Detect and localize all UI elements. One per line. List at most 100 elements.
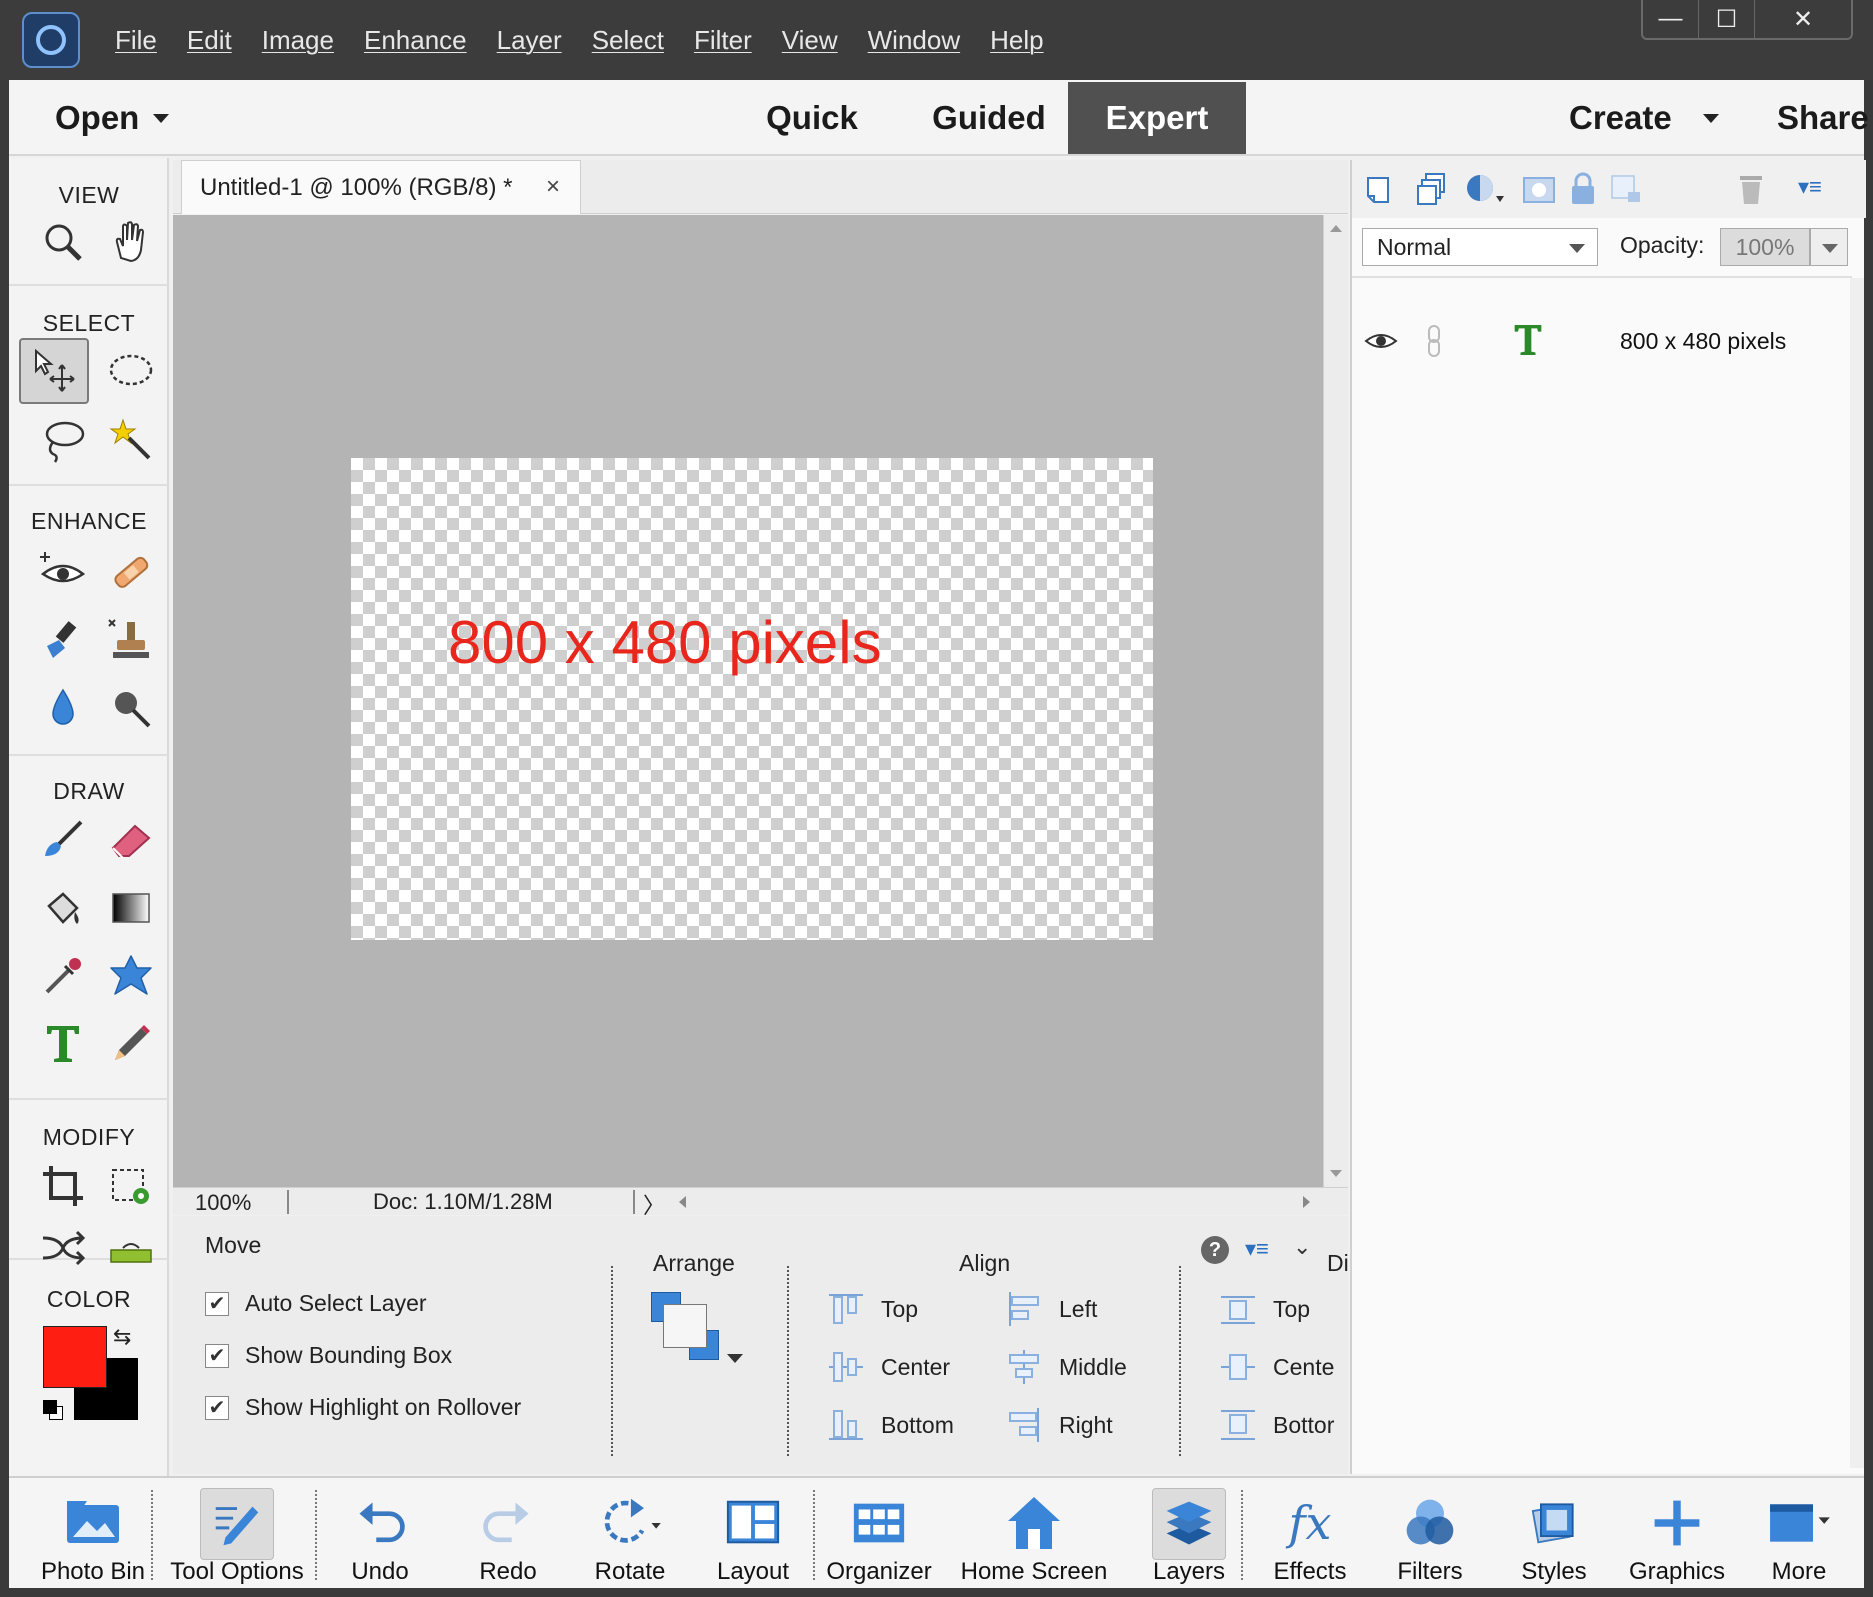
more-button[interactable]: More — [1749, 1478, 1849, 1590]
menu-select[interactable]: Select — [592, 25, 664, 56]
show-bounding-box-option[interactable]: ✔ Show Bounding Box — [205, 1342, 452, 1369]
create-button[interactable]: Create — [1569, 80, 1672, 156]
lock-transparent-icon[interactable] — [1610, 172, 1644, 206]
move-tool[interactable] — [19, 338, 89, 404]
show-highlight-option[interactable]: ✔ Show Highlight on Rollover — [205, 1394, 521, 1421]
opacity-input[interactable]: 100% — [1720, 228, 1810, 266]
home-screen-button[interactable]: Home Screen — [959, 1478, 1109, 1590]
share-button[interactable]: Share — [1777, 80, 1869, 156]
recompose-tool[interactable] — [99, 1154, 163, 1218]
close-tab-icon[interactable]: × — [546, 173, 560, 201]
zoom-tool[interactable] — [31, 210, 95, 274]
layer-mask-icon[interactable] — [1522, 172, 1556, 206]
distribute-top-button[interactable]: Top — [1221, 1292, 1310, 1326]
minimize-button[interactable]: — — [1643, 0, 1699, 38]
close-window-button[interactable]: ✕ — [1755, 0, 1851, 38]
create-dropdown[interactable] — [1703, 80, 1719, 156]
align-center-button[interactable]: Center — [829, 1350, 950, 1384]
new-group-icon[interactable] — [1414, 172, 1448, 206]
graphics-button[interactable]: Graphics — [1619, 1478, 1735, 1590]
maximize-button[interactable]: ☐ — [1699, 0, 1755, 38]
layers-scrollbar[interactable] — [1850, 278, 1864, 1468]
hand-tool[interactable] — [99, 210, 163, 274]
photo-bin-button[interactable]: Photo Bin — [23, 1478, 163, 1590]
delete-layer-icon[interactable] — [1734, 172, 1768, 206]
eyedropper-tool[interactable] — [31, 944, 95, 1008]
lasso-tool[interactable] — [31, 408, 95, 472]
help-icon[interactable]: ? — [1201, 1236, 1229, 1264]
distribute-bottom-button[interactable]: Bottor — [1221, 1408, 1334, 1442]
type-tool[interactable] — [31, 1012, 95, 1076]
smart-brush-tool[interactable] — [31, 608, 95, 672]
scroll-left-icon[interactable] — [679, 1196, 686, 1208]
undo-button[interactable]: Undo — [325, 1478, 435, 1590]
menu-edit[interactable]: Edit — [187, 25, 232, 56]
redo-button[interactable]: Redo — [453, 1478, 563, 1590]
default-colors-icon[interactable] — [43, 1400, 65, 1422]
filters-button[interactable]: Filters — [1375, 1478, 1485, 1590]
layer-row[interactable]: 800 x 480 pixels — [1352, 310, 1852, 372]
scroll-right-icon[interactable] — [1303, 1196, 1310, 1208]
menu-view[interactable]: View — [782, 25, 838, 56]
align-left-button[interactable]: Left — [1007, 1292, 1097, 1326]
menu-image[interactable]: Image — [262, 25, 334, 56]
collapse-options-icon[interactable]: ⌄ — [1293, 1234, 1311, 1260]
tool-options-button[interactable]: Tool Options — [161, 1478, 313, 1590]
canvas-text-layer[interactable]: 800 x 480 pixels — [448, 608, 882, 677]
crop-tool[interactable] — [31, 1154, 95, 1218]
red-eye-tool[interactable] — [31, 540, 95, 604]
canvas-area[interactable]: 800 x 480 pixels — [173, 215, 1323, 1187]
swap-colors-icon[interactable]: ⇆ — [113, 1324, 131, 1350]
tab-expert[interactable]: Expert — [1068, 82, 1246, 154]
tab-guided[interactable]: Guided — [911, 82, 1067, 154]
open-button[interactable]: Open — [55, 80, 139, 156]
document-tab[interactable]: Untitled-1 @ 100% (RGB/8) * × — [181, 160, 581, 214]
align-middle-button[interactable]: Middle — [1007, 1350, 1127, 1384]
gradient-tool[interactable] — [99, 876, 163, 940]
rotate-button[interactable]: Rotate — [575, 1478, 685, 1590]
pencil-tool[interactable] — [99, 1012, 163, 1076]
align-right-button[interactable]: Right — [1007, 1408, 1113, 1442]
scroll-up-icon[interactable] — [1330, 225, 1342, 232]
blur-tool[interactable] — [31, 676, 95, 740]
new-layer-icon[interactable] — [1364, 172, 1398, 206]
layer-name[interactable]: 800 x 480 pixels — [1620, 328, 1786, 355]
tab-quick[interactable]: Quick — [739, 82, 885, 154]
checkbox-checked-icon[interactable]: ✔ — [205, 1395, 229, 1420]
checkbox-checked-icon[interactable]: ✔ — [205, 1291, 229, 1316]
menu-help[interactable]: Help — [990, 25, 1043, 56]
zoom-level[interactable]: 100% — [195, 1190, 251, 1216]
magic-wand-tool[interactable] — [99, 408, 163, 472]
layers-button[interactable]: Layers — [1139, 1478, 1239, 1590]
arrange-button[interactable] — [651, 1292, 751, 1372]
menu-layer[interactable]: Layer — [497, 25, 562, 56]
auto-select-layer-option[interactable]: ✔ Auto Select Layer — [205, 1290, 427, 1317]
clone-stamp-tool[interactable] — [99, 608, 163, 672]
menu-file[interactable]: File — [115, 25, 157, 56]
effects-button[interactable]: fx Effects — [1255, 1478, 1365, 1590]
menu-window[interactable]: Window — [868, 25, 960, 56]
open-dropdown[interactable] — [153, 80, 169, 156]
styles-button[interactable]: Styles — [1499, 1478, 1609, 1590]
align-top-button[interactable]: Top — [829, 1292, 918, 1326]
distribute-center-button[interactable]: Cente — [1221, 1350, 1334, 1384]
sponge-tool[interactable] — [99, 676, 163, 740]
eye-visibility-icon[interactable] — [1364, 326, 1398, 356]
checkbox-checked-icon[interactable]: ✔ — [205, 1343, 229, 1368]
blend-mode-select[interactable]: Normal — [1362, 228, 1598, 266]
adjustment-layer-icon[interactable] — [1464, 172, 1508, 206]
scroll-down-icon[interactable] — [1330, 1170, 1342, 1177]
document-canvas[interactable]: 800 x 480 pixels — [351, 458, 1153, 940]
custom-shape-tool[interactable] — [99, 944, 163, 1008]
vertical-scrollbar[interactable] — [1323, 215, 1348, 1187]
foreground-color-swatch[interactable] — [43, 1326, 107, 1388]
lock-icon[interactable] — [1566, 172, 1600, 206]
options-menu-icon[interactable]: ▾≡ — [1245, 1236, 1269, 1262]
eraser-tool[interactable] — [99, 808, 163, 872]
opacity-dropdown[interactable] — [1810, 228, 1848, 266]
healing-brush-tool[interactable] — [99, 540, 163, 604]
brush-tool[interactable] — [31, 808, 95, 872]
panel-menu-icon[interactable]: ▾≡ — [1798, 174, 1822, 200]
menu-filter[interactable]: Filter — [694, 25, 752, 56]
menu-enhance[interactable]: Enhance — [364, 25, 467, 56]
